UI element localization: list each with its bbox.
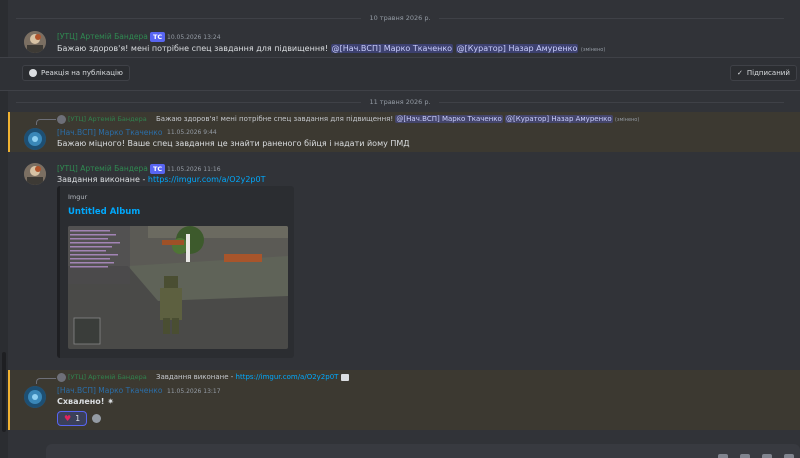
add-reaction-button[interactable] xyxy=(89,411,104,426)
message-author[interactable]: [УТЦ] Артемій Бандера xyxy=(57,164,148,173)
mention: @[Куратор] Назар Амуренко xyxy=(505,115,613,123)
reply-preview-prefix: Бажаю здоров'я! мені потрібне спец завда… xyxy=(156,115,394,123)
reply-preview[interactable]: Завдання виконане - https://imgur.com/a/… xyxy=(156,373,349,381)
scrollbar-thumb[interactable] xyxy=(2,352,6,432)
sparkle-icon: ✷ xyxy=(107,397,114,406)
reply-author[interactable]: [УТЦ] Артемій Бандера xyxy=(68,373,147,381)
post-text-prefix: Бажаю здоров'я! мені потрібне спец завда… xyxy=(57,44,329,53)
message-link[interactable]: https://imgur.com/a/O2y2p0T xyxy=(148,175,266,184)
date-divider-label: 11 травня 2026 р. xyxy=(369,98,431,106)
emoji-icon xyxy=(29,69,37,77)
follow-button[interactable]: ✓ Підписаний xyxy=(730,65,797,81)
embed-image[interactable] xyxy=(68,226,288,349)
embed-provider[interactable]: Imgur xyxy=(68,193,87,201)
edited-label: (змінено) xyxy=(580,47,606,53)
reply-link: https://imgur.com/a/O2y2p0T xyxy=(235,373,339,381)
sticker-icon[interactable] xyxy=(762,454,772,458)
message-text: Завдання виконане - https://imgur.com/a/… xyxy=(57,175,266,184)
date-divider: 11 травня 2026 р. xyxy=(16,97,784,107)
avatar[interactable] xyxy=(24,386,46,408)
mention[interactable]: @[Куратор] Назар Амуренко xyxy=(455,44,579,53)
reply-avatar xyxy=(57,115,66,124)
reply-preview-prefix: Завдання виконане - xyxy=(156,373,236,381)
message-composer[interactable] xyxy=(46,444,800,458)
avatar[interactable] xyxy=(24,128,46,150)
date-divider-label: 10 травня 2026 р. xyxy=(369,14,431,22)
message-author[interactable]: [Нач.ВСП] Марко Ткаченко xyxy=(57,128,162,137)
message-text: Схвалено! ✷ xyxy=(57,397,114,406)
reply-author[interactable]: [УТЦ] Артемій Бандера xyxy=(68,115,147,123)
timestamp: 10.05.2026 13:24 xyxy=(167,34,221,41)
reaction-count: 1 xyxy=(75,414,81,423)
mention: @[Нач.ВСП] Марко Ткаченко xyxy=(395,115,503,123)
react-to-post-label: Реакція на публікацію xyxy=(41,69,123,77)
role-tag: TC xyxy=(150,164,166,174)
message-author[interactable]: [Нач.ВСП] Марко Ткаченко xyxy=(57,386,162,395)
gift-icon[interactable] xyxy=(718,454,728,458)
message-text-content: Схвалено! xyxy=(57,397,105,406)
heart-reaction[interactable]: ♥ 1 xyxy=(57,411,88,426)
role-tag: TC xyxy=(150,32,166,42)
image-icon xyxy=(340,373,349,381)
reply-connector xyxy=(36,119,56,125)
check-icon: ✓ xyxy=(737,69,743,77)
message-text: Бажаю міцного! Ваше спец завдання це зна… xyxy=(57,139,410,148)
avatar[interactable] xyxy=(24,163,46,185)
edited-label: (змінено) xyxy=(614,117,640,123)
gif-icon[interactable] xyxy=(740,454,750,458)
follow-label: Підписаний xyxy=(746,69,790,77)
heart-icon: ♥ xyxy=(64,414,72,423)
mention[interactable]: @[Нач.ВСП] Марко Ткаченко xyxy=(330,44,454,53)
message-text-prefix: Завдання виконане - xyxy=(57,175,148,184)
post-text: Бажаю здоров'я! мені потрібне спец завда… xyxy=(57,44,605,53)
timestamp: 11.05.2026 9:44 xyxy=(167,129,217,136)
embed-title[interactable]: Untitled Album xyxy=(68,207,140,217)
emoji-picker-icon[interactable] xyxy=(784,454,794,458)
reply-connector xyxy=(36,378,56,384)
timestamp: 11.05.2026 11:16 xyxy=(167,166,221,173)
date-divider: 10 травня 2026 р. xyxy=(16,13,784,23)
link-embed: Imgur Untitled Album xyxy=(57,186,294,358)
timestamp: 11.05.2026 13:17 xyxy=(167,388,221,395)
react-to-post-button[interactable]: Реакція на публікацію xyxy=(22,65,130,81)
post-author[interactable]: [УТЦ] Артемій Бандера xyxy=(57,32,148,41)
reply-preview[interactable]: Бажаю здоров'я! мені потрібне спец завда… xyxy=(156,115,639,123)
emoji-icon xyxy=(92,414,101,423)
reply-avatar xyxy=(57,373,66,382)
avatar[interactable] xyxy=(24,31,46,53)
